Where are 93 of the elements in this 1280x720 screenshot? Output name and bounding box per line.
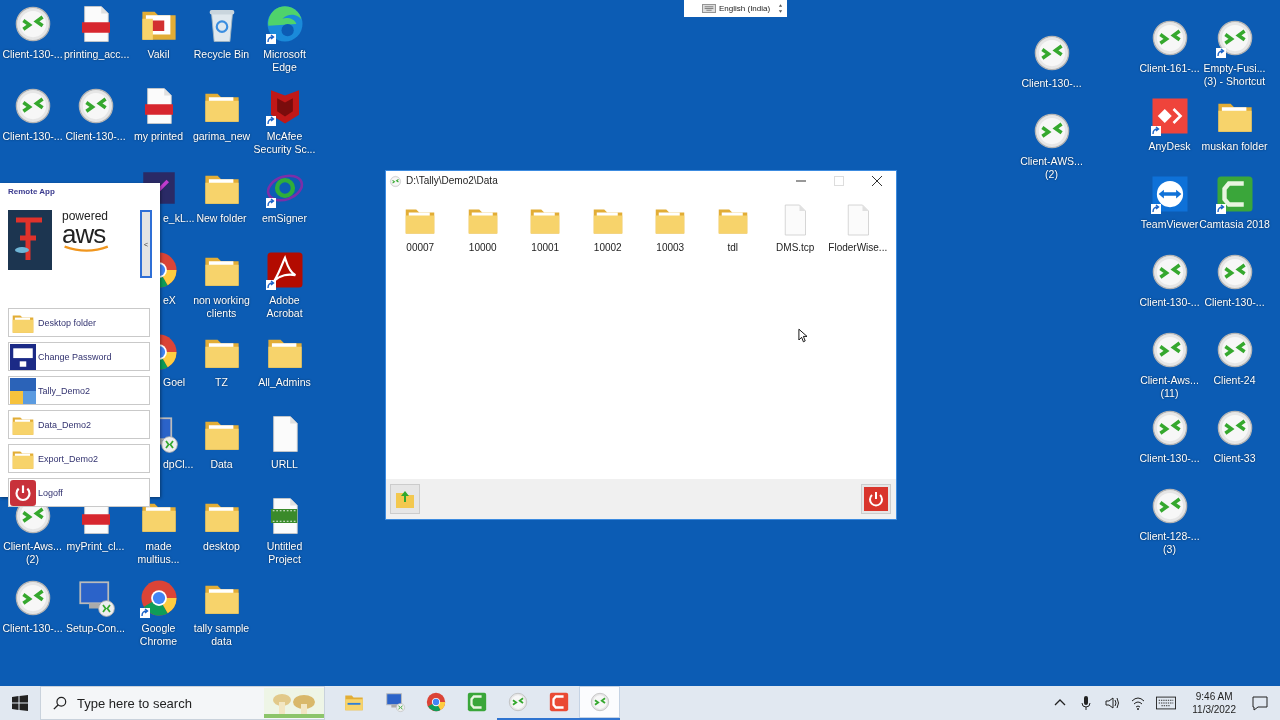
icon-label[interactable]: e_kL... bbox=[163, 212, 195, 225]
shortcut-arrow-icon bbox=[265, 116, 276, 126]
icon-label[interactable]: non working clients bbox=[190, 294, 253, 320]
icon-label[interactable]: URLL bbox=[253, 458, 316, 471]
remote-desktop-icon bbox=[588, 691, 611, 713]
icon-label[interactable]: myPrint_cl... bbox=[64, 540, 127, 553]
icon-label[interactable]: emSigner bbox=[253, 212, 316, 225]
icon-label[interactable]: Recycle Bin bbox=[190, 48, 253, 61]
app-launcher-item[interactable]: Logoff bbox=[8, 478, 150, 507]
power-button[interactable] bbox=[861, 484, 891, 514]
icon-label[interactable]: McAfee Security Sc... bbox=[253, 130, 316, 156]
maximize-icon bbox=[834, 175, 844, 186]
taskbar-app[interactable] bbox=[579, 686, 620, 720]
file-label[interactable]: 10001 bbox=[531, 242, 560, 253]
icon-label[interactable]: Client-AWS... (2) bbox=[1020, 155, 1083, 181]
app-launcher-item[interactable]: Change Password bbox=[8, 342, 150, 371]
app-launcher-item[interactable]: Tally_Demo2 bbox=[8, 376, 150, 405]
wifi-icon[interactable] bbox=[1130, 695, 1147, 711]
language-bar[interactable]: English (India) bbox=[684, 0, 787, 17]
shortcut-arrow-icon bbox=[1150, 204, 1161, 214]
icon-label[interactable]: All_Admins bbox=[253, 376, 316, 389]
cursor-icon bbox=[798, 328, 807, 343]
app-launcher-item[interactable]: Export_Demo2 bbox=[8, 444, 150, 473]
panel-title: Remote App bbox=[8, 187, 56, 196]
power-icon bbox=[864, 487, 888, 511]
icon-label[interactable]: printing_acc... bbox=[64, 48, 127, 61]
notification-icon[interactable] bbox=[1252, 695, 1268, 711]
icon-label[interactable]: eX bbox=[163, 294, 176, 307]
file-label[interactable]: FloderWise... bbox=[828, 242, 888, 253]
icon-label[interactable]: Goel bbox=[163, 376, 186, 389]
icon-label[interactable]: desktop bbox=[190, 540, 253, 553]
close-icon bbox=[872, 175, 882, 186]
icon-label[interactable]: Client-130-... bbox=[1, 48, 64, 61]
search-icon bbox=[53, 696, 67, 710]
shortcut-arrow-icon bbox=[265, 280, 276, 290]
file-label[interactable]: 00007 bbox=[406, 242, 435, 253]
file-label[interactable]: tdl bbox=[727, 242, 739, 253]
file-label[interactable]: 10002 bbox=[593, 242, 622, 253]
c-shape-icon bbox=[547, 691, 570, 713]
logo-text: powered bbox=[62, 210, 110, 223]
icon-label[interactable]: dpCl... bbox=[163, 458, 194, 471]
tiles-icon bbox=[10, 377, 36, 404]
windows-logo-icon bbox=[12, 695, 28, 711]
icon-label[interactable]: Client-128-... (3) bbox=[1138, 530, 1201, 556]
clock-time[interactable]: 9:46 AM bbox=[1195, 690, 1233, 703]
logo-icon bbox=[8, 210, 52, 270]
icon-label[interactable]: Setup-Con... bbox=[64, 622, 127, 635]
icon-label[interactable]: TZ bbox=[190, 376, 253, 389]
spin-arrows-icon[interactable] bbox=[778, 3, 783, 14]
shortcut-arrow-icon bbox=[139, 608, 150, 618]
icon-label[interactable]: Adobe Acrobat bbox=[253, 294, 316, 320]
icon-label[interactable]: made multius... bbox=[127, 540, 190, 566]
icon-label[interactable]: tally sample data bbox=[190, 622, 253, 648]
icon-label[interactable]: Client-Aws... (2) bbox=[1, 540, 64, 566]
icon-label[interactable]: Client-130-... bbox=[1138, 452, 1201, 465]
monitor-icon bbox=[383, 691, 406, 713]
keyboard-icon[interactable] bbox=[1156, 695, 1177, 711]
language-label: English (India) bbox=[719, 4, 772, 13]
c-shape-icon bbox=[465, 691, 488, 713]
icon-label[interactable]: Client-130-... bbox=[1138, 296, 1201, 309]
icon-label[interactable]: my printed bbox=[127, 130, 190, 143]
file-label[interactable]: 10000 bbox=[468, 242, 497, 253]
file-label[interactable]: 10003 bbox=[656, 242, 685, 253]
logo-wordmark: aws bbox=[62, 223, 106, 245]
remote-desktop-icon bbox=[506, 691, 529, 713]
file-label[interactable]: DMS.tcp bbox=[776, 242, 815, 253]
icon-label[interactable]: Client-130-... bbox=[1020, 77, 1083, 90]
shortcut-arrow-icon bbox=[265, 34, 276, 44]
speaker-icon[interactable] bbox=[1104, 695, 1121, 711]
app-launcher-item[interactable]: Desktop folder bbox=[8, 308, 150, 337]
icon-label[interactable]: Google Chrome bbox=[127, 622, 190, 648]
power-icon bbox=[10, 479, 36, 506]
search-field[interactable]: Type here to search bbox=[75, 694, 264, 712]
remote-desktop-icon bbox=[389, 174, 402, 187]
window-title: D:\Tally\Demo2\Data bbox=[406, 175, 499, 186]
icon-label[interactable]: Client-130-... bbox=[64, 130, 127, 143]
icon-label[interactable]: Client-130-... bbox=[1, 130, 64, 143]
app-launcher-item[interactable]: Data_Demo2 bbox=[8, 410, 150, 439]
icon-label[interactable]: garima_new bbox=[190, 130, 253, 143]
shortcut-arrow-icon bbox=[1215, 48, 1226, 58]
icon-label[interactable]: Untitled Project bbox=[253, 540, 316, 566]
keyboard-icon bbox=[702, 4, 716, 13]
shortcut-arrow-icon bbox=[1215, 204, 1226, 214]
icon-label[interactable]: Client-161-... bbox=[1138, 62, 1201, 75]
clock-date[interactable]: 11/3/2022 bbox=[1192, 703, 1236, 716]
browser-icon bbox=[424, 691, 447, 713]
shortcut-arrow-icon bbox=[1150, 126, 1161, 136]
icon-label[interactable]: Microsoft Edge bbox=[253, 48, 316, 74]
cad-logo-icon bbox=[10, 343, 36, 370]
icon-label[interactable]: Client-130-... bbox=[1, 622, 64, 635]
icon-label[interactable]: Vakil bbox=[127, 48, 190, 61]
shortcut-arrow-icon bbox=[265, 198, 276, 208]
search-bar[interactable]: Type here to search bbox=[40, 686, 325, 720]
